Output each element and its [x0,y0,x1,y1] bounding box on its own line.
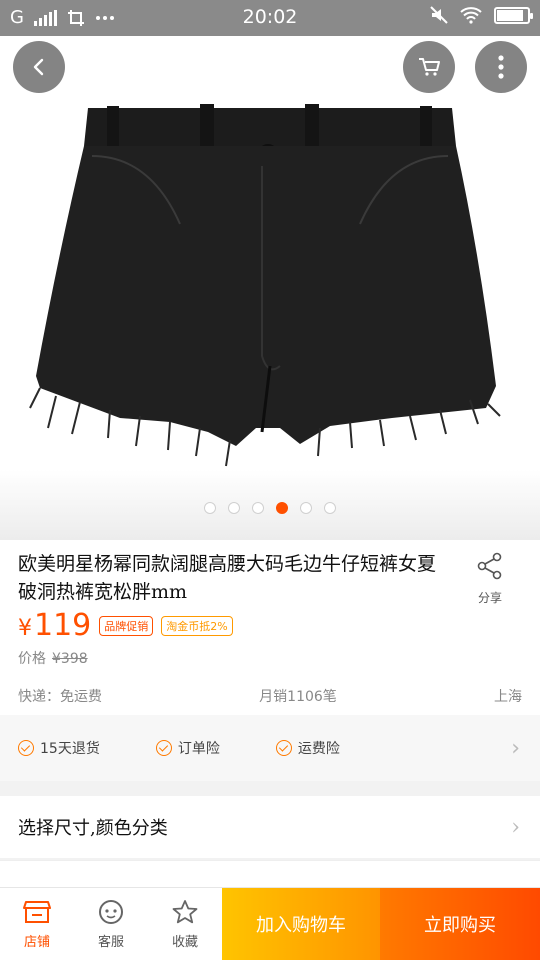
share-icon [477,552,502,580]
more-vertical-icon [498,55,504,79]
original-price: ¥398 [52,651,88,667]
product-info: 欧美明星杨幂同款阔腿高腰大码毛边牛仔短裤女夏破洞热裤宽松胖mm 分享 ¥119 … [0,540,540,715]
mute-icon [430,6,448,24]
original-price-row: 价格 ¥398 [18,648,88,668]
favorite-label: 收藏 [171,934,198,950]
product-image-gallery[interactable] [0,36,540,540]
cart-button[interactable] [403,41,455,93]
buy-now-button[interactable]: 立即购买 [380,888,540,960]
service-label: 运费险 [297,741,340,757]
pagination-dot[interactable] [228,502,240,514]
bottom-action-bar: 店铺 客服 收藏 加入购物车 立即购买 [0,887,540,960]
black-denim-shorts-icon [29,104,501,467]
chevron-right-icon: › [511,814,520,840]
back-button[interactable] [13,41,65,93]
monthly-sales: 月销1106笔 [259,689,337,705]
original-price-label: 价格 [18,651,46,667]
price-value: 119 [34,608,92,643]
shipping-info: 快递：免运费 [18,689,102,705]
product-title: 欧美明星杨幂同款阔腿高腰大码毛边牛仔短裤女夏破洞热裤宽松胖mm [18,553,437,603]
wifi-icon [460,7,482,24]
check-icon [275,740,292,756]
favorite-button[interactable]: 收藏 [148,888,222,960]
pagination-dot-active[interactable] [276,502,288,514]
share-button[interactable]: 分享 [460,552,520,606]
cart-icon [419,58,440,76]
promo-tag-brand: 品牌促销 [99,615,154,636]
share-label: 分享 [477,591,502,605]
store-button[interactable]: 店铺 [0,888,74,960]
pagination-dot[interactable] [324,502,336,514]
pagination-dot[interactable] [252,502,264,514]
currency-symbol: ¥ [18,616,32,641]
service-label: 客服 [97,934,124,950]
promo-tag-coins: 淘金币抵2% [161,615,233,636]
service-label: 15天退货 [40,741,100,757]
more-button[interactable] [475,41,527,93]
store-icon [23,900,51,923]
spec-selector[interactable]: 选择尺寸,颜色分类 › [0,796,540,858]
service-item-return: 15天退货 [18,738,100,758]
price-row: ¥119 品牌促销 淘金币抵2% [18,608,233,643]
check-icon [18,740,34,756]
service-chat-icon [99,899,123,924]
ship-location: 上海 [493,689,522,705]
gallery-pagination[interactable] [0,502,540,514]
current-price: ¥119 [18,608,91,643]
add-to-cart-button[interactable]: 加入购物车 [222,888,380,960]
service-label: 订单险 [177,741,220,757]
service-item-order-insurance: 订单险 [155,738,220,758]
star-icon [172,899,198,923]
customer-service-button[interactable]: 客服 [74,888,148,960]
pagination-dot[interactable] [204,502,216,514]
service-item-shipping-insurance: 运费险 [275,738,340,758]
store-label: 店铺 [23,934,50,950]
battery-icon [494,6,533,24]
check-icon [155,740,172,756]
product-detail-page: G 20:02 欧美明星杨幂同款阔腿高腰大码毛边牛仔短裤女夏破洞热裤宽松胖mm … [0,0,540,960]
shipping-meta-row: 快递：免运费 月销1106笔 上海 [18,686,522,706]
status-bar: G 20:02 [0,0,540,36]
pagination-dot[interactable] [300,502,312,514]
spec-label: 选择尺寸,颜色分类 [18,818,168,839]
service-guarantees[interactable]: 15天退货 订单险 运费险 › [0,715,540,781]
chevron-right-icon: › [511,735,520,761]
back-arrow-icon [33,58,44,76]
